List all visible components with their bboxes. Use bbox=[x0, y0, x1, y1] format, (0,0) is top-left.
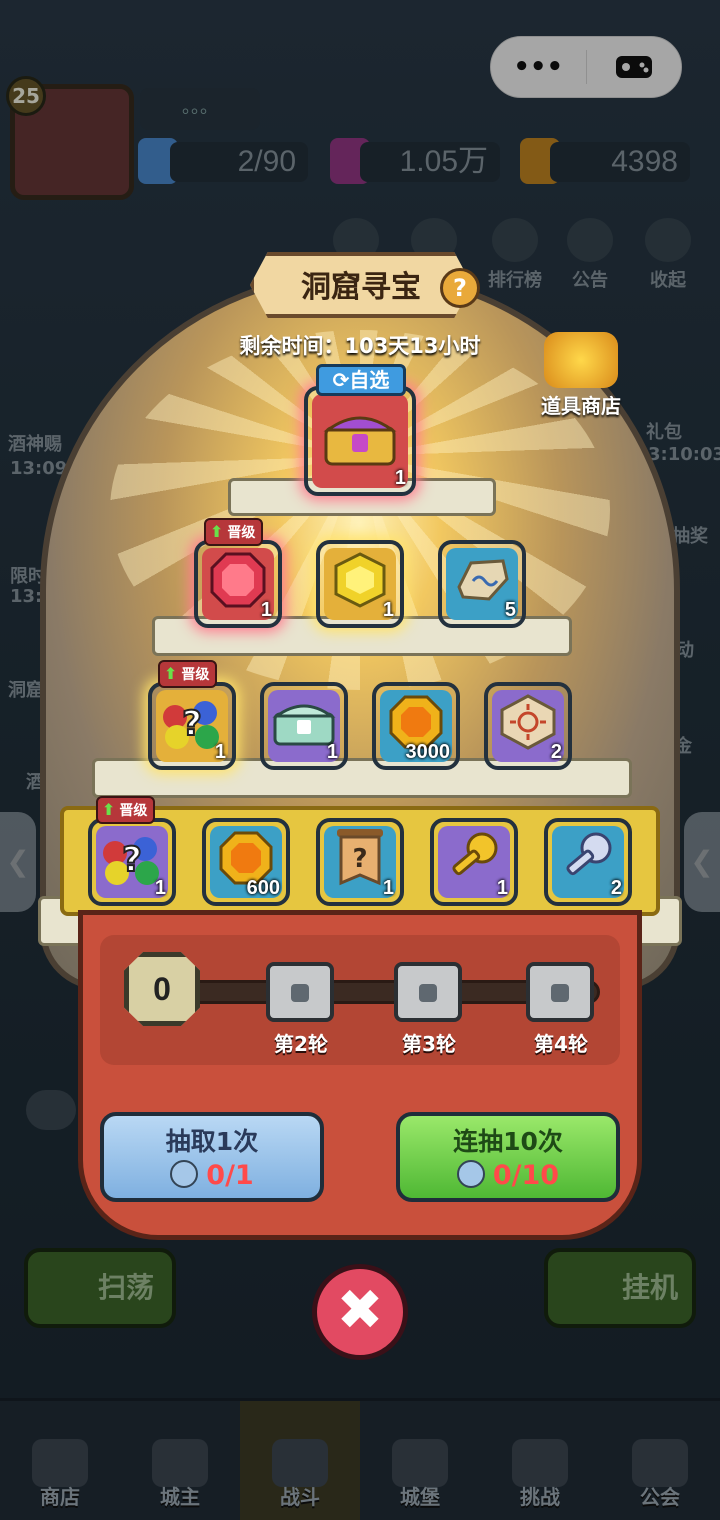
shop-coins-icon bbox=[544, 332, 618, 388]
upgrade-label: 晋级 bbox=[119, 803, 148, 819]
panel-title: 洞窟寻宝 bbox=[301, 270, 421, 305]
self-select-label: 自选 bbox=[349, 368, 390, 392]
draw-ten-label: 连抽10次 bbox=[453, 1127, 563, 1156]
nav-challenge[interactable]: 挑战 bbox=[480, 1401, 600, 1520]
round4-label: 第4轮 bbox=[534, 1032, 588, 1056]
draw-ten-cost: 0/10 bbox=[492, 1160, 560, 1191]
arrow-up-icon: ⬆ bbox=[102, 800, 116, 819]
silver-key-icon bbox=[558, 828, 618, 892]
tier3-item-2[interactable]: 1 bbox=[260, 682, 348, 770]
nav-lord-label: 城主 bbox=[160, 1485, 200, 1509]
tier4-item-5-count: 2 bbox=[610, 877, 622, 899]
shop-label: 道具商店 bbox=[541, 394, 621, 418]
nav-guild[interactable]: 公会 bbox=[600, 1401, 720, 1520]
nav-battle-label: 战斗 bbox=[280, 1485, 320, 1509]
rune-stone-icon bbox=[453, 557, 511, 607]
tier4-item-2[interactable]: 600 bbox=[202, 818, 290, 906]
crown-icon bbox=[152, 1439, 208, 1487]
round3-chest-icon[interactable] bbox=[394, 962, 462, 1022]
arrow-up-icon: ⬆ bbox=[210, 522, 224, 541]
tier4-item-1-count: 1 bbox=[154, 877, 166, 899]
tier3-item-4[interactable]: 2 bbox=[484, 682, 572, 770]
bottom-nav: 商店 城主 战斗 城堡 挑战 公会 bbox=[0, 1398, 720, 1520]
nav-challenge-label: 挑战 bbox=[520, 1485, 560, 1509]
draw-once-cost: 0/1 bbox=[206, 1160, 254, 1191]
svg-text:?: ? bbox=[182, 704, 202, 744]
round2-label: 第2轮 bbox=[274, 1032, 328, 1056]
upgrade-label: 晋级 bbox=[227, 525, 256, 541]
ruby-icon bbox=[210, 552, 266, 612]
tier3-item-1-count: 1 bbox=[214, 741, 226, 763]
draw-count-badge: 0 bbox=[124, 952, 200, 1026]
tier3-item-3-count: 3000 bbox=[405, 741, 451, 763]
tier3-item-4-count: 2 bbox=[550, 741, 562, 763]
round2-chest-icon[interactable] bbox=[266, 962, 334, 1022]
tier4-item-4-count: 1 bbox=[496, 877, 508, 899]
shop-icon bbox=[32, 1439, 88, 1487]
crown-chest-icon bbox=[322, 406, 398, 472]
grand-prize-count: 1 bbox=[394, 467, 406, 489]
demon-icon bbox=[512, 1439, 568, 1487]
draw-ten-button[interactable]: 连抽10次 0/10 bbox=[396, 1112, 620, 1202]
nav-lord[interactable]: 城主 bbox=[120, 1401, 240, 1520]
nav-shop-label: 商店 bbox=[40, 1485, 80, 1509]
upgrade-badge: ⬆ 晋级 bbox=[204, 518, 264, 546]
crossed-swords-icon bbox=[272, 1439, 328, 1487]
round3-label: 第3轮 bbox=[402, 1032, 456, 1056]
tier4-item-3-count: 1 bbox=[382, 877, 394, 899]
tier2-item-1-count: 1 bbox=[260, 599, 272, 621]
sun-rune-icon bbox=[500, 694, 556, 754]
item-shop-button[interactable]: 道具商店 bbox=[526, 332, 636, 419]
help-button[interactable]: ? bbox=[440, 268, 480, 308]
round4-chest-icon[interactable] bbox=[526, 962, 594, 1022]
mystery-scroll-icon: ? bbox=[333, 827, 387, 893]
tier3-item-2-count: 1 bbox=[326, 741, 338, 763]
nav-guild-label: 公会 bbox=[640, 1485, 680, 1509]
svg-text:?: ? bbox=[122, 840, 142, 880]
tier4-item-4[interactable]: 1 bbox=[430, 818, 518, 906]
upgrade-badge: ⬆ 晋级 bbox=[158, 660, 218, 688]
arrow-up-icon: ⬆ bbox=[164, 664, 178, 683]
ticket-icon bbox=[170, 1160, 199, 1188]
nav-shop[interactable]: 商店 bbox=[0, 1401, 120, 1520]
tier4-item-2-count: 600 bbox=[246, 877, 280, 899]
tier3-item-3[interactable]: 3000 bbox=[372, 682, 460, 770]
draw-once-label: 抽取1次 bbox=[165, 1127, 259, 1156]
gold-key-icon bbox=[444, 828, 504, 892]
tier2-item-3-count: 5 bbox=[504, 599, 516, 621]
grand-prize-tile[interactable]: 1 bbox=[304, 386, 416, 496]
tier2-item-2[interactable]: 1 bbox=[316, 540, 404, 628]
tier4-item-3[interactable]: ? 1 bbox=[316, 818, 404, 906]
tier3-item-1[interactable]: ? 1 bbox=[148, 682, 236, 770]
draw-once-button[interactable]: 抽取1次 0/1 bbox=[100, 1112, 324, 1202]
castle-icon bbox=[392, 1439, 448, 1487]
close-icon[interactable]: ✖ bbox=[312, 1264, 408, 1360]
nav-castle-label: 城堡 bbox=[400, 1485, 440, 1509]
upgrade-label: 晋级 bbox=[181, 667, 210, 683]
tier2-item-1[interactable]: 1 bbox=[194, 540, 282, 628]
nav-castle[interactable]: 城堡 bbox=[360, 1401, 480, 1520]
tier4-item-5[interactable]: 2 bbox=[544, 818, 632, 906]
upgrade-badge: ⬆ 晋级 bbox=[96, 796, 156, 824]
tier4-item-1[interactable]: ? 1 bbox=[88, 818, 176, 906]
refresh-icon: ⟳ bbox=[332, 368, 350, 392]
guild-banner-icon bbox=[632, 1439, 688, 1487]
tier2-item-2-count: 1 bbox=[382, 599, 394, 621]
svg-text:?: ? bbox=[352, 844, 367, 874]
topaz-icon bbox=[332, 552, 388, 612]
tier2-item-3[interactable]: 5 bbox=[438, 540, 526, 628]
ticket-icon bbox=[456, 1160, 485, 1188]
self-select-badge[interactable]: ⟳自选 bbox=[316, 364, 406, 396]
nav-battle[interactable]: 战斗 bbox=[240, 1401, 360, 1520]
